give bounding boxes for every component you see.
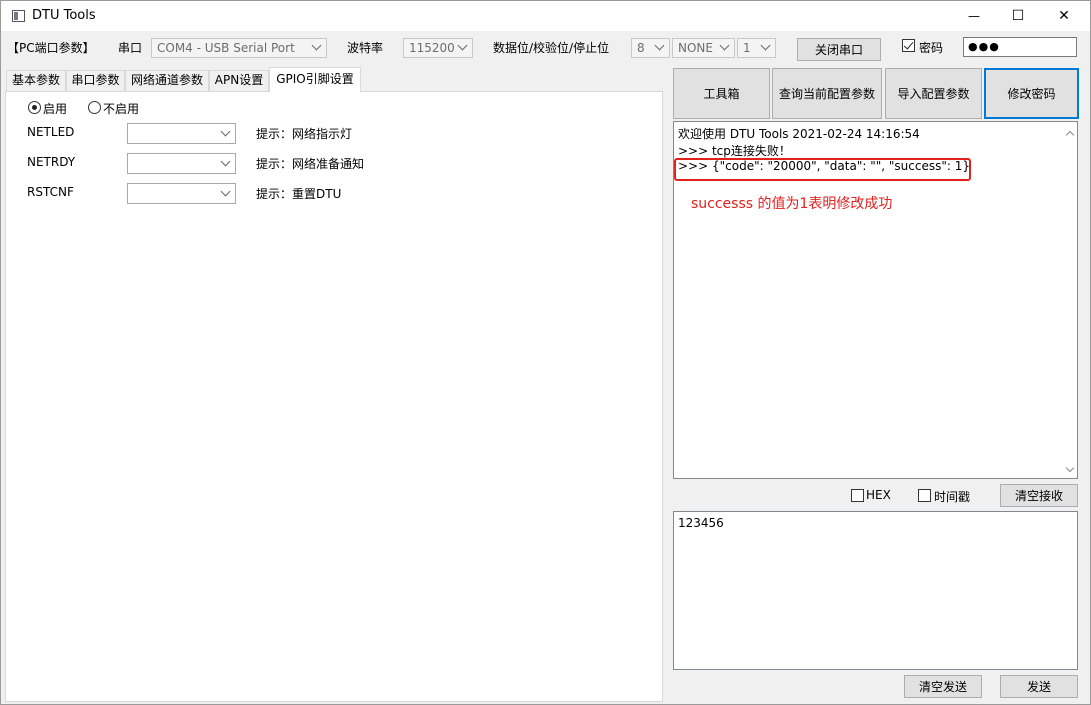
maximize-button[interactable]: ☐ (995, 1, 1041, 31)
parity-value: NONE (678, 41, 713, 55)
netled-select[interactable] (127, 123, 236, 144)
close-port-button[interactable]: 关闭串口 (797, 38, 881, 61)
netled-hint: 提示：网络指示灯 (256, 127, 353, 141)
query-config-button[interactable]: 查询当前配置参数 (772, 68, 882, 119)
log-line: >>> tcp连接失败！ (678, 144, 791, 158)
chevron-down-icon (312, 42, 322, 52)
stop-bits-select[interactable]: 1 (737, 38, 776, 58)
receive-log-area[interactable]: 欢迎使用 DTU Tools 2021-02-24 14:16:54 >>> t… (673, 121, 1078, 479)
scroll-up-icon[interactable] (1065, 128, 1075, 138)
hex-label: HEX (866, 488, 891, 502)
app-icon (12, 10, 25, 22)
enable-radio[interactable] (28, 101, 41, 114)
send-button[interactable]: 发送 (1000, 675, 1078, 698)
disable-radio[interactable] (88, 101, 101, 114)
chevron-down-icon (221, 158, 231, 168)
app-window: DTU Tools — ☐ ✕ 【PC端口参数】 串口 COM4 - USB S… (0, 0, 1091, 705)
minimize-icon: — (968, 9, 980, 23)
password-input[interactable]: ●●● (963, 37, 1077, 57)
maximize-icon: ☐ (1011, 8, 1025, 24)
baud-rate-value: 115200 (409, 41, 455, 55)
baud-label: 波特率 (347, 41, 384, 55)
tab-serial-params[interactable]: 串口参数 (66, 70, 125, 91)
tab-gpio-settings[interactable]: GPIO引脚设置 (269, 67, 361, 92)
tab-network-channel-params[interactable]: 网络通道参数 (125, 70, 209, 91)
serial-port-value: COM4 - USB Serial Port (157, 41, 295, 55)
clear-receive-button[interactable]: 清空接收 (1000, 484, 1078, 507)
netrdy-hint: 提示：网络准备通知 (256, 157, 365, 171)
enable-radio-label: 启用 (43, 102, 68, 116)
netrdy-select[interactable] (127, 153, 236, 174)
serial-port-select[interactable]: COM4 - USB Serial Port (151, 38, 327, 58)
window-title: DTU Tools (32, 8, 96, 23)
netled-label: NETLED (27, 125, 75, 139)
disable-radio-label: 不启用 (103, 102, 140, 116)
serial-label: 串口 (118, 41, 143, 55)
highlight-box (674, 158, 971, 181)
rstcnf-label: RSTCNF (27, 185, 74, 199)
rstcnf-select[interactable] (127, 183, 236, 204)
chevron-down-icon (761, 42, 771, 52)
import-config-button[interactable]: 导入配置参数 (885, 68, 982, 119)
gpio-tab-panel: 启用 不启用 NETLED 提示：网络指示灯 NETRDY 提示：网络准备通知 … (5, 91, 663, 702)
title-bar: DTU Tools — ☐ ✕ (1, 1, 1090, 31)
log-line: 欢迎使用 DTU Tools 2021-02-24 14:16:54 (678, 127, 920, 141)
password-check-label: 密码 (919, 41, 944, 55)
hex-checkbox[interactable] (851, 489, 864, 502)
chevron-down-icon (458, 42, 468, 52)
clear-send-button[interactable]: 清空发送 (904, 675, 982, 698)
chevron-down-icon (221, 128, 231, 138)
netrdy-label: NETRDY (27, 155, 76, 169)
timestamp-checkbox[interactable] (918, 489, 931, 502)
pc-port-label: 【PC端口参数】 (7, 41, 95, 55)
toolbox-button[interactable]: 工具箱 (673, 68, 770, 119)
data-bits-select[interactable]: 8 (631, 38, 670, 58)
data-bits-value: 8 (637, 41, 645, 55)
parity-select[interactable]: NONE (672, 38, 735, 58)
tab-apn-settings[interactable]: APN设置 (209, 70, 269, 91)
close-window-button[interactable]: ✕ (1041, 1, 1087, 31)
password-checkbox[interactable] (902, 39, 915, 52)
close-icon: ✕ (1058, 8, 1070, 24)
stop-bits-value: 1 (743, 41, 751, 55)
scroll-down-icon[interactable] (1065, 465, 1075, 475)
send-text: 123456 (678, 516, 724, 530)
change-password-button[interactable]: 修改密码 (984, 68, 1079, 119)
timestamp-label: 时间戳 (934, 490, 971, 504)
send-input[interactable]: 123456 (673, 511, 1078, 670)
baud-rate-select[interactable]: 115200 (403, 38, 473, 58)
rstcnf-hint: 提示：重置DTU (256, 187, 342, 201)
success-annotation: successs 的值为1表明修改成功 (691, 196, 893, 212)
chevron-down-icon (720, 42, 730, 52)
tab-basic-params[interactable]: 基本参数 (6, 70, 66, 91)
minimize-button[interactable]: — (951, 1, 997, 31)
chevron-down-icon (655, 42, 665, 52)
frame-format-label: 数据位/校验位/停止位 (493, 41, 610, 55)
chevron-down-icon (221, 188, 231, 198)
